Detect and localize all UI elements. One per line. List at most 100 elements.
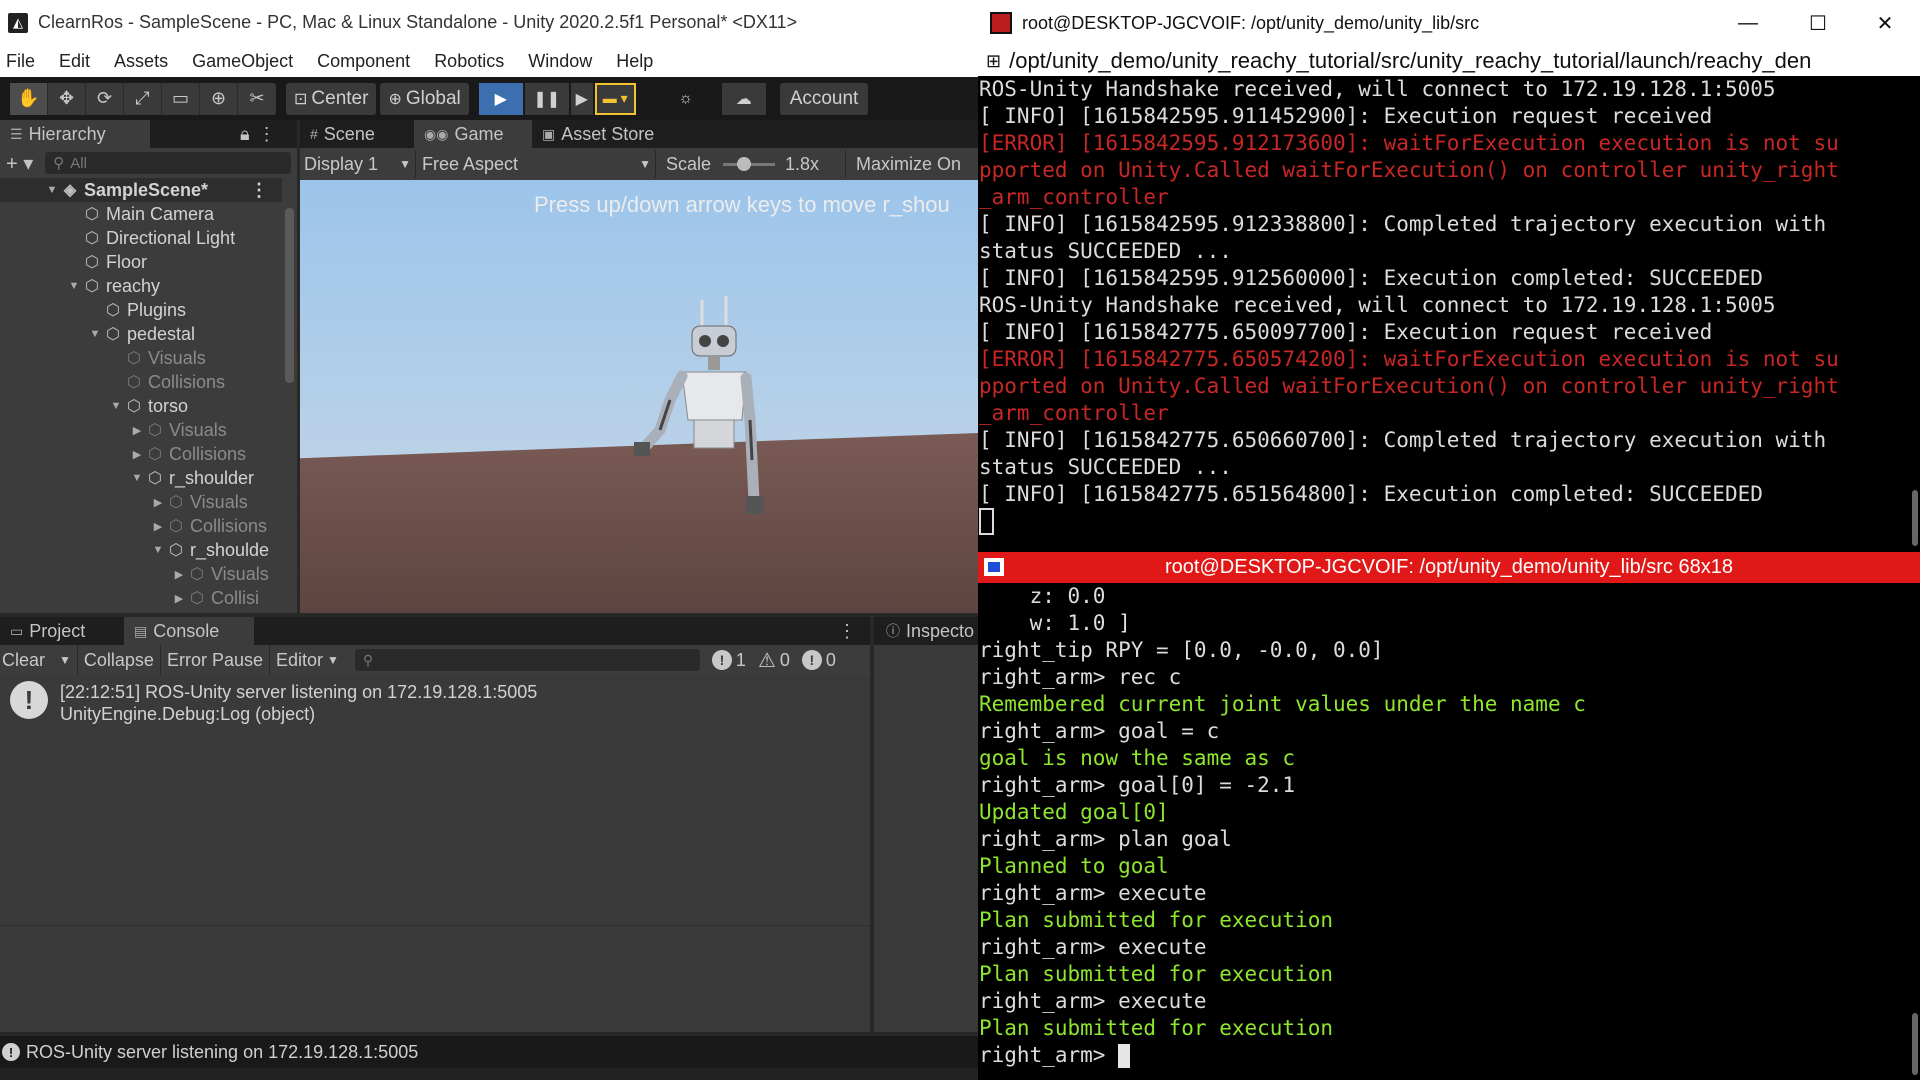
- collapse-toggle[interactable]: Collapse: [78, 645, 161, 675]
- services-icon[interactable]: ☼: [664, 83, 708, 115]
- hierarchy-item[interactable]: ▶ ⬡ Visuals: [0, 418, 282, 442]
- expand-arrow-icon[interactable]: ▼: [66, 280, 82, 292]
- info-count-toggle[interactable]: ! 1: [711, 650, 746, 671]
- lock-icon[interactable]: 🔒︎: [236, 120, 254, 148]
- kebab-menu-icon[interactable]: ⋮: [254, 120, 280, 148]
- terminal-title-bar[interactable]: root@DESKTOP-JGCVOIF: /opt/unity_demo/un…: [978, 0, 1920, 46]
- error-pause-toggle[interactable]: Error Pause: [161, 645, 270, 675]
- hierarchy-item[interactable]: ⬡ Main Camera: [0, 202, 282, 226]
- hand-tool-icon[interactable]: ✋: [10, 82, 48, 115]
- maximize-icon[interactable]: ☐: [1783, 0, 1853, 46]
- expand-arrow-icon[interactable]: ▼: [44, 184, 60, 196]
- hierarchy-item[interactable]: ⬡ Visuals: [0, 346, 282, 370]
- move-tool-icon[interactable]: ✥: [48, 82, 86, 115]
- step-button[interactable]: ▶: [570, 82, 593, 115]
- kebab-menu-icon[interactable]: ⋮: [834, 617, 860, 645]
- account-dropdown[interactable]: Account: [779, 82, 869, 115]
- tab-inspector[interactable]: ⓘ Inspecto: [874, 617, 978, 645]
- expand-arrow-icon[interactable]: ▶: [171, 592, 187, 605]
- hierarchy-item[interactable]: ⬡ Plugins: [0, 298, 282, 322]
- expand-arrow-icon[interactable]: ▶: [150, 520, 166, 533]
- transform-tool-icon[interactable]: ⊕: [200, 82, 238, 115]
- terminal-top-scrollbar[interactable]: [1910, 76, 1920, 552]
- terminal-bottom-scrollbar[interactable]: [1910, 583, 1920, 1080]
- kebab-menu-icon[interactable]: ⋮: [250, 180, 268, 201]
- unity-status-bar[interactable]: ! ROS-Unity server listening on 172.19.1…: [0, 1036, 978, 1068]
- expand-arrow-icon[interactable]: ▶: [129, 424, 145, 437]
- scale-tool-icon[interactable]: ⤢: [124, 82, 162, 115]
- slider-knob[interactable]: [737, 156, 752, 171]
- hierarchy-item[interactable]: ⬡ Collisions: [0, 370, 282, 394]
- terminal-split-title[interactable]: root@DESKTOP-JGCVOIF: /opt/unity_demo/un…: [978, 552, 1920, 583]
- menu-robotics[interactable]: Robotics: [434, 51, 504, 72]
- slider-track[interactable]: [723, 156, 776, 171]
- clear-dropdown[interactable]: Clear ▼: [0, 645, 78, 675]
- tab-asset-store[interactable]: ▣ Asset Store: [532, 120, 664, 148]
- custom-tool-icon[interactable]: ✂: [238, 83, 276, 115]
- unity-title-bar[interactable]: ◭ ClearnRos - SampleScene - PC, Mac & Li…: [0, 0, 978, 45]
- terminal-pane-bottom[interactable]: z: 0.0 w: 1.0 ] right_tip RPY = [0.0, -0.…: [978, 583, 1910, 1080]
- tab-project[interactable]: ▭ Project: [0, 617, 124, 645]
- tab-game[interactable]: ◉◉ Game: [414, 120, 532, 148]
- hierarchy-item[interactable]: ▶ ⬡ Collisions: [0, 514, 282, 538]
- menu-gameobject[interactable]: GameObject: [192, 51, 293, 72]
- hierarchy-scene-row[interactable]: ▼ ◈ SampleScene* ⋮: [0, 178, 282, 202]
- console-search-input[interactable]: ⚲: [354, 649, 700, 671]
- display-dropdown[interactable]: Display 1 ▼: [300, 150, 416, 178]
- cloud-icon[interactable]: ☁: [721, 82, 766, 115]
- hierarchy-item[interactable]: ▶ ⬡ Collisi: [0, 586, 282, 610]
- warning-count-toggle[interactable]: ⚠ 0: [758, 648, 790, 673]
- terminal-tab-path[interactable]: ⊞ /opt/unity_demo/unity_reachy_tutorial/…: [978, 46, 1920, 76]
- close-icon[interactable]: ✕: [1850, 0, 1920, 46]
- hierarchy-item[interactable]: ⬡ Directional Light: [0, 226, 282, 250]
- hierarchy-item-label: Collisions: [169, 443, 247, 464]
- editor-dropdown[interactable]: Editor ▼: [270, 645, 345, 675]
- expand-arrow-icon[interactable]: ▶: [171, 568, 187, 581]
- menu-assets[interactable]: Assets: [114, 51, 168, 72]
- console-log-entry[interactable]: ! [22:12:51] ROS-Unity server listening …: [0, 675, 870, 731]
- hierarchy-item[interactable]: ▶ ⬡ Visuals: [0, 562, 282, 586]
- tab-hierarchy[interactable]: ☰ Hierarchy: [0, 120, 150, 148]
- rect-tool-icon[interactable]: ▭: [162, 82, 200, 115]
- expand-arrow-icon[interactable]: ▶: [129, 448, 145, 461]
- maximize-on-play-toggle[interactable]: Maximize On: [846, 150, 965, 178]
- hierarchy-toolbar: + ▾ ⚲ All: [0, 148, 297, 178]
- hierarchy-item[interactable]: ▼ ⬡ torso: [0, 394, 282, 418]
- minimize-icon[interactable]: —: [1713, 0, 1783, 46]
- tab-console[interactable]: ▤ Console: [124, 617, 254, 645]
- menu-component[interactable]: Component: [317, 51, 410, 72]
- menu-window[interactable]: Window: [528, 51, 592, 72]
- hierarchy-search-input[interactable]: ⚲ All: [45, 152, 291, 174]
- expand-arrow-icon[interactable]: ▶: [150, 496, 166, 509]
- menu-help[interactable]: Help: [616, 51, 653, 72]
- gameobject-cube-icon: ⬡: [127, 398, 141, 415]
- scale-slider[interactable]: Scale 1.8x: [656, 150, 846, 178]
- collab-dropdown[interactable]: ▬ ▾: [594, 82, 636, 115]
- pivot-center-button[interactable]: ⊡ Center: [286, 82, 377, 115]
- play-button[interactable]: ▶: [478, 82, 523, 115]
- aspect-dropdown[interactable]: Free Aspect ▼: [416, 150, 656, 178]
- hierarchy-item[interactable]: ▼ ⬡ pedestal: [0, 322, 282, 346]
- add-object-button[interactable]: + ▾: [6, 151, 33, 176]
- expand-arrow-icon[interactable]: ▼: [129, 472, 145, 484]
- hierarchy-item[interactable]: ⬡ Floor: [0, 250, 282, 274]
- expand-arrow-icon[interactable]: ▼: [87, 328, 103, 340]
- terminal-line: Plan submitted for execution: [979, 1016, 1334, 1040]
- pause-button[interactable]: ❚❚: [524, 82, 569, 115]
- rotate-tool-icon[interactable]: ⟳: [86, 82, 124, 115]
- hierarchy-item[interactable]: ▶ ⬡ Visuals: [0, 490, 282, 514]
- menu-edit[interactable]: Edit: [59, 51, 90, 72]
- hierarchy-item[interactable]: ▼ ⬡ r_shoulder: [0, 466, 282, 490]
- hierarchy-item[interactable]: ▼ ⬡ r_shoulde: [0, 538, 282, 562]
- game-viewport[interactable]: Press up/down arrow keys to move r_shou: [300, 180, 978, 613]
- expand-arrow-icon[interactable]: ▼: [108, 400, 124, 412]
- menu-file[interactable]: File: [6, 51, 35, 72]
- hierarchy-item[interactable]: ▶ ⬡ Collisions: [0, 442, 282, 466]
- error-count-toggle[interactable]: ! 0: [801, 650, 836, 671]
- hierarchy-scrollbar[interactable]: [282, 178, 297, 613]
- terminal-pane-top[interactable]: ROS-Unity Handshake received, will conne…: [978, 76, 1910, 552]
- expand-arrow-icon[interactable]: ▼: [150, 544, 166, 556]
- tab-scene[interactable]: # Scene: [300, 120, 414, 148]
- pivot-global-button[interactable]: ⊕ Global: [380, 82, 469, 115]
- hierarchy-item[interactable]: ▼ ⬡ reachy: [0, 274, 282, 298]
